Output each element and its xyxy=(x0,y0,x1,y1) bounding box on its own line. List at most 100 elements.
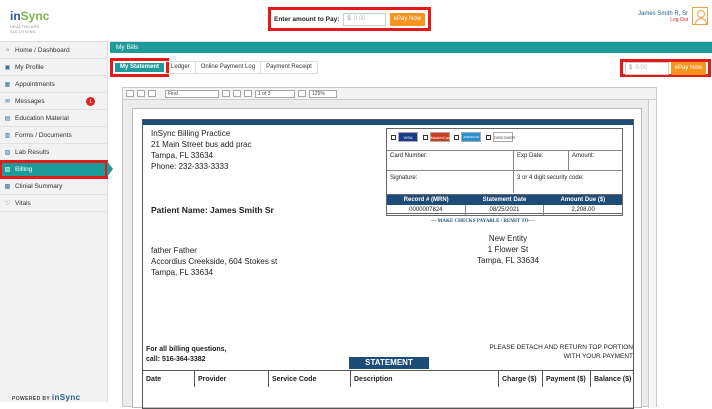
sidebar-item-label: My Profile xyxy=(15,63,44,71)
message-count-badge: 1 xyxy=(86,97,95,106)
amount-placeholder: 0.00 xyxy=(635,65,648,71)
page-count: of 3 xyxy=(262,90,271,97)
sidebar-item-home[interactable]: ⌂ Home / Dashboard xyxy=(0,42,107,59)
statement-epay-now-button[interactable]: ePay Now xyxy=(670,61,706,75)
next-page-icon[interactable] xyxy=(298,90,306,97)
amount-label: Amount: xyxy=(572,153,595,159)
guarantor-address: father Father Accordius Creekside, 604 S… xyxy=(151,245,277,278)
find-input[interactable]: Find xyxy=(165,89,219,98)
prev-page-icon[interactable] xyxy=(244,90,252,97)
sidebar: ⌂ Home / Dashboard ▣ My Profile ▦ Appointme… xyxy=(0,42,113,402)
statement-date-header: Statement Date xyxy=(482,197,527,203)
amex-logo: AMERICAN EXPRESS xyxy=(461,132,482,148)
signature-row: Signature: 3 or 4 digit security code: xyxy=(387,171,622,193)
practice-name: InSync Billing Practice xyxy=(151,129,231,138)
logo-brand: Sync xyxy=(20,9,50,23)
remit-name: New Entity xyxy=(488,234,528,243)
amount-due-header: Amount Due ($) xyxy=(560,197,606,203)
sidebar-item-lab-results[interactable]: ▧ Lab Results xyxy=(0,144,107,161)
epay-now-button[interactable]: ePay Now xyxy=(389,12,425,26)
billing-questions: For all billing questions, call: 516-364… xyxy=(146,345,227,365)
sidebar-item-label: Lab Results xyxy=(15,148,50,156)
search-icon[interactable] xyxy=(222,90,230,97)
chart-icon: ▧ xyxy=(4,149,11,156)
viewer-toolbar: Find 1 of 3 125% xyxy=(123,88,656,100)
mail-icon: ✉ xyxy=(4,98,11,105)
payment-label: Enter amount to Pay: xyxy=(274,15,340,23)
col-description: Description xyxy=(351,371,499,387)
discover-logo: DISCOVER xyxy=(493,132,515,142)
card-types: VISA MasterCard AMERICAN EXPRESS DISCOVE… xyxy=(387,129,622,151)
card-number-row: Card Number: Exp Date: Amount: xyxy=(387,151,622,171)
sidebar-item-label: Home / Dashboard xyxy=(15,46,70,54)
sidebar-item-appointments[interactable]: ▦ Appointments xyxy=(0,76,107,93)
currency-symbol: $ xyxy=(347,16,351,22)
sidebar-item-label: Clinial Summary xyxy=(15,182,63,190)
sidebar-item-label: Forms / Documents xyxy=(15,131,72,139)
top-header: inSync HEALTHCARE SOLUTIONS Enter amount… xyxy=(0,0,712,42)
mrn-value: 0000007824 xyxy=(387,205,466,215)
refresh-icon[interactable] xyxy=(148,90,156,97)
powered-by-label: POWERED BY xyxy=(12,396,51,402)
visa-logo: VISA xyxy=(398,132,418,142)
checks-payable-note: ----MAKE CHECKS PAYABLE / REMIT TO---- xyxy=(431,219,536,224)
sidebar-item-education[interactable]: ▤ Education Material xyxy=(0,110,107,127)
book-icon: ▤ xyxy=(4,115,11,122)
statement-date-value: 08/25/2021 xyxy=(466,205,545,215)
billing-phone: call: 516-364-3382 xyxy=(146,356,206,363)
remit-address2: Tampa, FL 33634 xyxy=(477,256,539,265)
tab-my-statement[interactable]: My Statement xyxy=(109,57,170,77)
print-icon[interactable] xyxy=(126,90,134,97)
guarantor-address2: Tampa, FL 33634 xyxy=(151,268,213,277)
currency-symbol: $ xyxy=(629,65,633,71)
insync-logo[interactable]: inSync HEALTHCARE SOLUTIONS xyxy=(8,6,50,34)
user-info: James Smith R, Sr Log Out xyxy=(620,11,688,23)
cvv-label: 3 or 4 digit security code: xyxy=(517,175,584,181)
bills-tabs: My Statement Ledger Online Payment Log P… xyxy=(109,57,318,77)
mrn-header: Record # (MRN) xyxy=(403,197,449,203)
avatar[interactable] xyxy=(692,7,708,25)
first-page-icon[interactable] xyxy=(233,90,241,97)
payment-amount-input[interactable]: $ 0.00 xyxy=(343,12,386,26)
statement-page: InSync Billing Practice 21 Main Street b… xyxy=(132,108,642,409)
sidebar-item-label: Billing xyxy=(15,165,33,173)
heart-icon: ♡ xyxy=(4,200,11,207)
billing-questions-text: For all billing questions, xyxy=(146,346,227,353)
col-service-code: Service Code xyxy=(269,371,351,387)
logo-tagline: HEALTHCARE SOLUTIONS xyxy=(10,24,40,34)
sidebar-item-clinical-summary[interactable]: ▩ Clinial Summary xyxy=(0,178,107,195)
header-payment-box: Enter amount to Pay: $ 0.00 ePay Now xyxy=(268,7,431,31)
powered-by-footer: POWERED BY inSync xyxy=(12,393,81,402)
sidebar-item-billing[interactable]: ▨ Billing xyxy=(0,160,113,179)
statement-amount-input[interactable]: $ 0.00 xyxy=(625,61,669,75)
zoom-select[interactable]: 125% xyxy=(309,89,337,98)
exp-date-label: Exp Date: xyxy=(514,151,569,170)
sidebar-item-vitals[interactable]: ♡ Vitals xyxy=(0,195,107,212)
sidebar-item-profile[interactable]: ▣ My Profile xyxy=(0,59,107,76)
tab-payment-receipt[interactable]: Payment Receipt xyxy=(261,60,318,74)
sidebar-item-label: Messages xyxy=(15,97,45,105)
viewer-scrollbar[interactable] xyxy=(648,100,656,408)
home-icon: ⌂ xyxy=(5,47,10,53)
sidebar-item-forms[interactable]: ▥ Forms / Documents xyxy=(0,127,107,144)
statement-heading: STATEMENT xyxy=(349,357,429,369)
summary-icon: ▩ xyxy=(4,183,11,190)
tab-online-payment-log[interactable]: Online Payment Log xyxy=(195,60,262,74)
logout-link[interactable]: Log Out xyxy=(620,17,688,23)
page-number-input[interactable]: 1 of 3 xyxy=(255,89,295,98)
card-number-label: Card Number: xyxy=(387,151,514,170)
signature-label: Signature: xyxy=(387,171,514,193)
detach-text: PLEASE DETACH AND RETURN TOP PORTION xyxy=(489,344,633,351)
export-icon[interactable] xyxy=(137,90,145,97)
practice-address2: Tampa, FL 33634 xyxy=(151,151,213,160)
statement-table-header: Date Provider Service Code Description C… xyxy=(143,370,633,387)
tab-ledger[interactable]: Ledger xyxy=(166,60,196,74)
sidebar-item-messages[interactable]: ✉ Messages 1 xyxy=(0,93,107,110)
guarantor-name: father Father xyxy=(151,246,197,255)
logo-prefix: in xyxy=(10,9,21,23)
document-icon: ▥ xyxy=(4,132,11,139)
sidebar-item-label: Vitals xyxy=(15,199,31,207)
patient-name: Patient Name: James Smith Sr xyxy=(151,205,274,215)
page-number: 1 xyxy=(258,90,261,97)
record-table: Record # (MRN) Statement Date Amount Due… xyxy=(386,194,623,216)
